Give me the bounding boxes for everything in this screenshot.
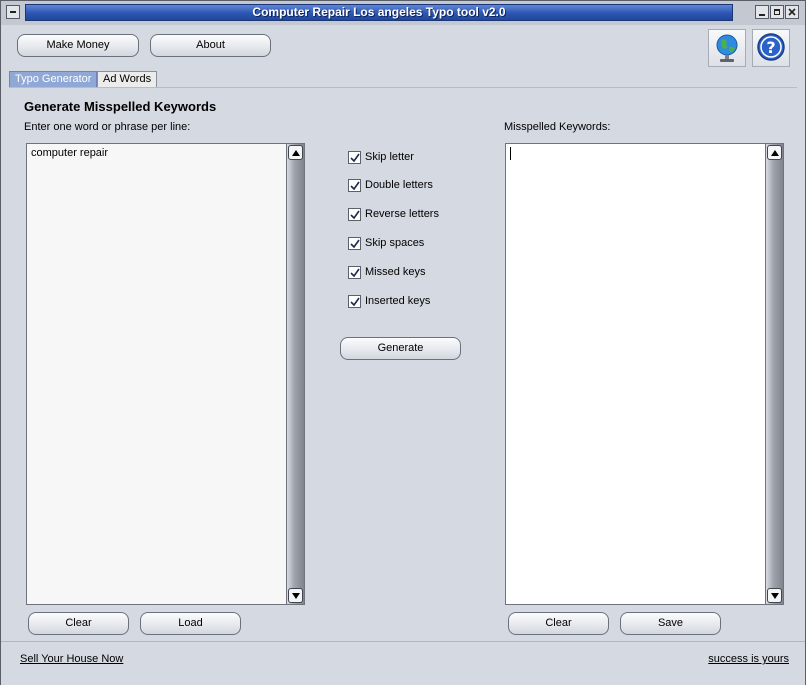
close-icon[interactable]	[785, 5, 799, 19]
window-title: Computer Repair Los angeles Typo tool v2…	[25, 4, 733, 21]
clear-input-button[interactable]: Clear	[28, 612, 129, 635]
text-cursor	[510, 147, 511, 160]
load-button[interactable]: Load	[140, 612, 241, 635]
keywords-input-text: computer repair	[31, 147, 109, 159]
page-title: Generate Misspelled Keywords	[24, 99, 217, 114]
skip-spaces-checkbox[interactable]	[348, 237, 361, 250]
skip-letter-checkbox[interactable]	[348, 151, 361, 164]
minimize-icon[interactable]	[755, 5, 769, 19]
input-label: Enter one word or phrase per line:	[24, 121, 191, 133]
status-bar: Sell Your House Now success is yours	[1, 641, 805, 685]
scroll-up-icon[interactable]	[767, 145, 782, 160]
double-letters-checkbox[interactable]	[348, 179, 361, 192]
sell-house-link[interactable]: Sell Your House Now	[20, 653, 123, 665]
maximize-icon[interactable]	[770, 5, 784, 19]
globe-icon	[716, 34, 738, 62]
output-scrollbar[interactable]	[765, 144, 783, 604]
double-letters-label: Double letters	[365, 179, 433, 191]
tab-ad-words[interactable]: Ad Words	[97, 71, 158, 88]
tab-typo-generator[interactable]: Typo Generator	[9, 71, 98, 88]
reverse-letters-checkbox[interactable]	[348, 208, 361, 221]
skip-letter-label: Skip letter	[365, 151, 414, 163]
missed-keys-label: Missed keys	[365, 266, 426, 278]
title-bar: Computer Repair Los angeles Typo tool v2…	[1, 1, 805, 25]
help-button[interactable]: ?	[752, 29, 790, 67]
scroll-up-icon[interactable]	[288, 145, 303, 160]
system-menu-icon[interactable]	[6, 5, 20, 19]
about-button[interactable]: About	[150, 34, 271, 57]
app-window: Computer Repair Los angeles Typo tool v2…	[0, 0, 806, 685]
svg-text:?: ?	[766, 38, 775, 57]
help-icon: ?	[757, 33, 785, 61]
output-label: Misspelled Keywords:	[504, 121, 611, 133]
globe-button[interactable]	[708, 29, 746, 67]
scroll-down-icon[interactable]	[288, 588, 303, 603]
missed-keys-checkbox[interactable]	[348, 266, 361, 279]
success-link[interactable]: success is yours	[708, 653, 789, 665]
generate-button[interactable]: Generate	[340, 337, 461, 360]
clear-output-button[interactable]: Clear	[508, 612, 609, 635]
skip-spaces-label: Skip spaces	[365, 237, 425, 249]
inserted-keys-checkbox[interactable]	[348, 295, 361, 308]
save-button[interactable]: Save	[620, 612, 721, 635]
keywords-input[interactable]: computer repair	[26, 143, 305, 605]
input-scrollbar[interactable]	[286, 144, 304, 604]
misspelled-output[interactable]	[505, 143, 784, 605]
reverse-letters-label: Reverse letters	[365, 208, 439, 220]
inserted-keys-label: Inserted keys	[365, 295, 431, 307]
scroll-down-icon[interactable]	[767, 588, 782, 603]
make-money-button[interactable]: Make Money	[17, 34, 139, 57]
